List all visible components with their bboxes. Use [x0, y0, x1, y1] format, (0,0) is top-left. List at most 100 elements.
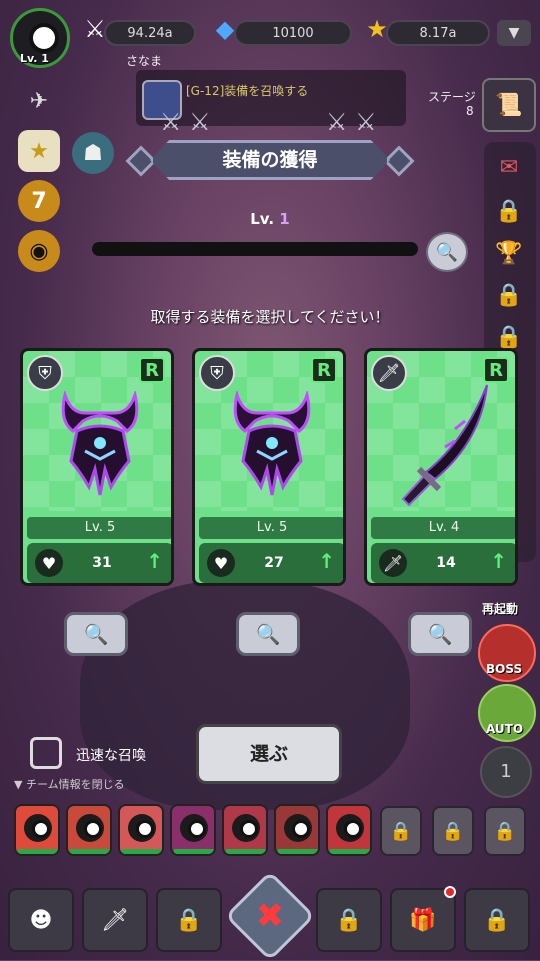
nav-locked[interactable]: 🔒 [464, 888, 530, 952]
hero-eye [136, 820, 154, 838]
team-slot[interactable] [66, 804, 112, 856]
coin-display: 8.17a [386, 20, 490, 46]
dark-armor-image [233, 391, 311, 496]
hero-eye [240, 820, 258, 838]
card-stat: 🗡 14 ↑ [371, 543, 515, 583]
summon-exp-bar [92, 242, 418, 256]
nav-locked[interactable]: 🔒 [316, 888, 382, 952]
magnifier-icon[interactable]: 🔍 [426, 232, 468, 272]
arrow-up-icon: ↑ [490, 549, 507, 573]
team-slot[interactable] [326, 804, 372, 856]
team-toggle-label: チーム情報を閉じる [25, 778, 125, 791]
card-stat-value: 31 [92, 555, 112, 571]
dialog-title-banner: 装備の獲得 [125, 140, 415, 182]
gem-display: 10100 [234, 20, 352, 46]
lock-icon: 🔒 [441, 820, 465, 842]
lock-icon: 🔒 [389, 820, 413, 842]
card-stat: ♥ 31 ↑ [27, 543, 171, 583]
nav-treasure[interactable]: 🎁 [390, 888, 456, 952]
locked-slot[interactable]: 🔒 [484, 806, 526, 856]
inspect-card-3-button[interactable]: 🔍 [408, 612, 472, 656]
inspect-card-2-button[interactable]: 🔍 [236, 612, 300, 656]
triangle-down-icon: ▼ [14, 778, 26, 791]
hero-hp-bar [174, 849, 214, 854]
select-prompt: 取得する装備を選択してください！ [150, 308, 390, 326]
lock-icon: 🔒 [335, 907, 363, 933]
dialog-title: 装備の獲得 [222, 149, 318, 171]
hero-hp-bar [330, 849, 370, 854]
team-slot[interactable] [14, 804, 60, 856]
rarity-badge: R [483, 357, 509, 383]
rarity-badge: R [311, 357, 337, 383]
heart-icon: ♥ [35, 549, 63, 577]
locked-slot[interactable]: 🔒 [380, 806, 422, 856]
heart-icon: ♥ [207, 549, 235, 577]
chevron-down-icon[interactable]: ▼ [497, 20, 531, 46]
lock-icon: 🔒 [175, 907, 203, 933]
card-stat-value: 14 [436, 555, 456, 571]
magnifier-icon: 🔍 [83, 622, 109, 646]
team-slot[interactable] [170, 804, 216, 856]
dark-blade-image [401, 384, 488, 507]
sword-decoration-icon: ⚔ ⚔ [326, 108, 377, 136]
close-icon[interactable]: ✖ [238, 884, 302, 948]
hero-eye [84, 820, 102, 838]
hero-hp-bar [122, 849, 162, 854]
hero-eye [292, 820, 310, 838]
trophy-icon[interactable]: 🏆 [488, 232, 530, 274]
eye-badge-icon[interactable]: ◉ [18, 230, 60, 272]
hero-hp-bar [226, 849, 266, 854]
equipment-card[interactable]: ⛨ R Lv. 5 ♥ 31 ↑ [20, 348, 174, 586]
arrow-up-icon: ↑ [318, 549, 335, 573]
lock-icon: 🔒 [483, 907, 511, 933]
lock-icon: 🔒 [493, 820, 517, 842]
speed-button[interactable]: 1 [480, 746, 532, 798]
magnifier-icon: 🔍 [427, 622, 453, 646]
auto-label: AUTO [486, 722, 524, 736]
map-scroll-icon[interactable]: 📜 [482, 78, 536, 132]
summon-level-value: 1 [279, 210, 290, 228]
team-slot[interactable] [118, 804, 164, 856]
choose-button[interactable]: 選ぶ [196, 724, 342, 784]
inspect-card-1-button[interactable]: 🔍 [64, 612, 128, 656]
player-name: さなま [126, 54, 163, 68]
stage-number: 8 [466, 104, 474, 118]
hero-hp-bar [70, 849, 110, 854]
stage-label: ステージ [428, 90, 476, 104]
card-stat: ♥ 27 ↑ [199, 543, 343, 583]
hero-hp-bar [278, 849, 318, 854]
card-level: Lv. 5 [199, 517, 343, 539]
nav-locked[interactable]: 🔒 [156, 888, 222, 952]
rarity-badge: R [139, 357, 165, 383]
nav-equipment[interactable]: 🗡 [82, 888, 148, 952]
calendar-star-icon[interactable]: ★ [18, 130, 60, 172]
team-slot[interactable] [222, 804, 268, 856]
shop-icon[interactable]: ☗ [72, 132, 114, 174]
sword-icon: 🗡 [379, 549, 407, 577]
hero-icon: ☻ [29, 907, 53, 933]
quest-text: [G-12]装備を召喚する [186, 84, 309, 98]
armor-icon: ⛨ [199, 355, 235, 391]
quick-summon-checkbox[interactable] [30, 737, 62, 769]
card-level: Lv. 4 [371, 517, 515, 539]
summon-level: Lv. 1 [0, 210, 540, 228]
treasure-chest-icon: 🎁 [409, 907, 437, 933]
wing-icon[interactable]: ✈ [18, 80, 60, 122]
team-slot[interactable] [274, 804, 320, 856]
summon-level-prefix: Lv. [250, 210, 280, 228]
dark-armor-image [61, 391, 139, 496]
boss-label: BOSS [486, 662, 523, 676]
equipment-card[interactable]: 🗡 R Lv. 4 🗡 14 ↑ [364, 348, 518, 586]
locked-slot[interactable]: 🔒 [432, 806, 474, 856]
armor-icon: ⛨ [27, 355, 63, 391]
card-level: Lv. 5 [27, 517, 171, 539]
magnifier-icon: 🔍 [255, 622, 281, 646]
restart-label[interactable]: 再起動 [482, 600, 518, 617]
card-stat-value: 27 [264, 555, 284, 571]
mail-icon[interactable]: ✉ [488, 146, 530, 188]
arrow-up-icon: ↑ [146, 549, 163, 573]
avatar-eye [29, 23, 59, 53]
team-info-toggle[interactable]: ▼ チーム情報を閉じる [14, 776, 125, 792]
equipment-card[interactable]: ⛨ R Lv. 5 ♥ 27 ↑ [192, 348, 346, 586]
nav-hero[interactable]: ☻ [8, 888, 74, 952]
